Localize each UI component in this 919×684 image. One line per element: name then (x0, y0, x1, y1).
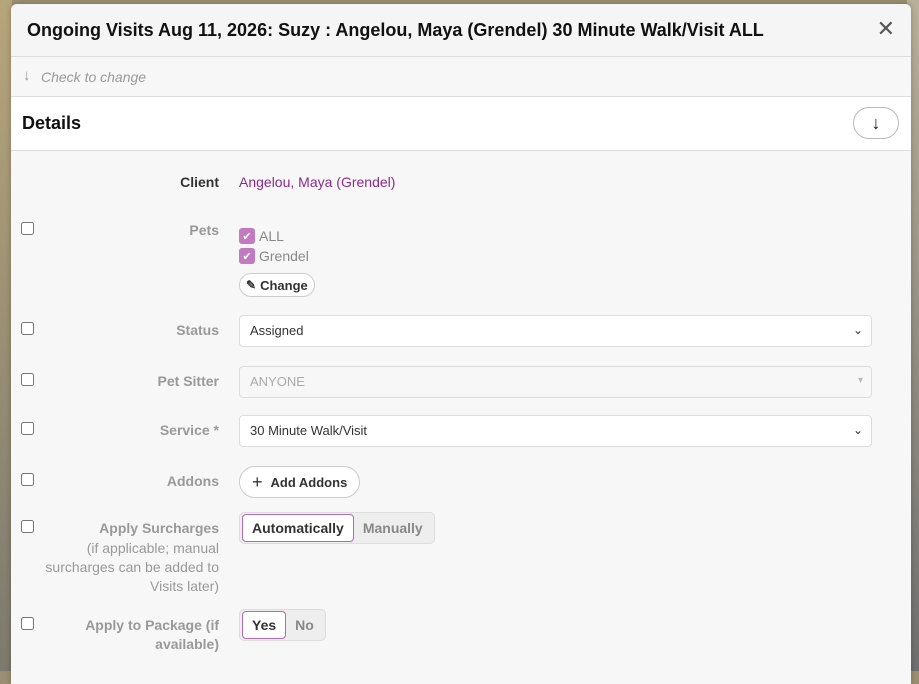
client-link[interactable]: Angelou, Maya (Grendel) (239, 174, 395, 190)
pet-item-label: Grendel (259, 248, 309, 264)
add-addons-button[interactable]: + Add Addons (239, 466, 361, 498)
package-label-line1: Apply to Package (if (85, 617, 219, 633)
check-icon: ✔ (239, 228, 255, 244)
arrow-down-icon: ↓ (23, 67, 31, 84)
pet-sitter-value: ANYONE (250, 374, 305, 389)
surcharges-toggle: Automatically Manually (239, 512, 435, 544)
status-select[interactable]: Assigned ⌄ (239, 315, 872, 347)
service-change-checkbox[interactable] (21, 422, 34, 435)
check-to-change-hint: ↓ Check to change (11, 57, 911, 97)
surcharges-note: (if applicable; manual surcharges can be… (45, 540, 219, 594)
package-option-yes[interactable]: Yes (242, 611, 287, 639)
pencil-icon: ✎ (246, 278, 257, 292)
arrow-down-icon: ↓ (871, 112, 881, 133)
details-section-header: Details ↓ (11, 97, 911, 151)
addons-label: Addons (166, 473, 219, 489)
pets-change-button[interactable]: ✎ Change (239, 273, 315, 297)
status-value: Assigned (250, 323, 304, 338)
status-change-checkbox[interactable] (21, 322, 34, 335)
surcharges-change-checkbox[interactable] (21, 520, 34, 533)
pets-label: Pets (189, 222, 219, 238)
service-label: Service * (159, 422, 219, 438)
client-label: Client (180, 174, 219, 190)
chevron-down-icon: ⌄ (852, 323, 863, 337)
addons-change-checkbox[interactable] (21, 473, 34, 486)
service-select[interactable]: 30 Minute Walk/Visit ⌄ (239, 415, 872, 447)
details-heading: Details (22, 113, 82, 133)
modal-title: Ongoing Visits Aug 11, 2026: Suzy : Ange… (27, 20, 764, 40)
check-icon: ✔ (239, 248, 255, 264)
package-label-line2: available) (155, 636, 219, 652)
package-toggle: Yes No (239, 609, 326, 641)
pets-change-checkbox[interactable] (21, 222, 34, 235)
check-to-change-text: Check to change (41, 69, 147, 85)
pet-item-grendel[interactable]: ✔ Grendel (239, 248, 309, 264)
close-icon[interactable]: ✕ (877, 18, 895, 40)
details-collapse-button[interactable]: ↓ (853, 107, 899, 139)
status-label: Status (176, 322, 219, 338)
pet-item-all[interactable]: ✔ ALL (239, 228, 284, 244)
surcharges-option-manually[interactable]: Manually (354, 515, 432, 541)
modal-header: Ongoing Visits Aug 11, 2026: Suzy : Ange… (11, 4, 911, 57)
caret-down-icon: ▾ (857, 375, 863, 386)
ongoing-visits-modal: Ongoing Visits Aug 11, 2026: Suzy : Ange… (11, 4, 911, 684)
service-value: 30 Minute Walk/Visit (250, 423, 368, 438)
pet-sitter-select[interactable]: ANYONE ▾ (239, 366, 872, 398)
package-option-no[interactable]: No (286, 612, 323, 638)
plus-icon: + (252, 471, 263, 492)
chevron-down-icon: ⌄ (852, 423, 863, 437)
add-addons-label: Add Addons (270, 474, 348, 490)
pet-item-label: ALL (259, 228, 284, 244)
pet-sitter-change-checkbox[interactable] (21, 373, 34, 386)
pet-sitter-label: Pet Sitter (157, 373, 219, 389)
surcharges-label: Apply Surcharges (99, 520, 219, 536)
package-change-checkbox[interactable] (21, 617, 34, 630)
surcharges-option-automatically[interactable]: Automatically (242, 514, 354, 542)
change-label: Change (260, 277, 308, 293)
